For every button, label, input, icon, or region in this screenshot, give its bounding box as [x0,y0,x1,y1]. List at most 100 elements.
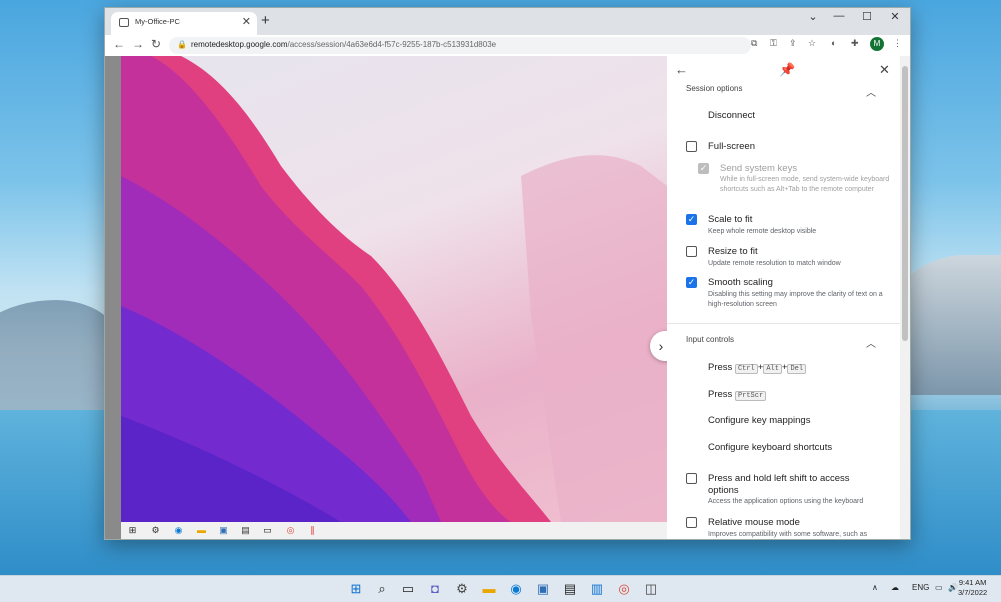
remote-app-icon[interactable]: ∥ [307,525,318,536]
key-ctrl: Ctrl [734,364,758,374]
install-app-icon[interactable]: ⧉ [751,38,757,49]
kebab-menu-icon[interactable]: ⋮ [893,38,902,49]
chevron-up-icon[interactable]: ︿ [866,335,876,350]
send-system-keys-checkbox: ✓ [698,163,709,174]
terminal-icon[interactable]: ▤ [562,581,578,597]
back-arrow-icon[interactable]: ← [675,62,688,77]
task-view-icon[interactable]: ▭ [400,581,416,597]
relative-mouse-checkbox[interactable] [686,517,697,528]
smooth-scaling-label: Smooth scaling [708,277,773,288]
scale-to-fit-desc: Keep whole remote desktop visible [708,228,817,235]
tab-search-chevron-icon[interactable]: ⌄ [799,10,827,23]
key-icon[interactable]: ⚿ [770,38,777,49]
section-divider [667,323,900,324]
tab-remote-desktop[interactable]: My-Office-PC ✕ [111,12,257,35]
address-bar[interactable]: 🔒 remotedesktop.google.com/access/sessio… [169,37,751,54]
browser-toolbar: ← → ↻ 🔒 remotedesktop.google.com/access/… [105,35,910,57]
smooth-scaling-desc: Disabling this setting may improve the c… [708,291,883,308]
chrome-window: My-Office-PC ✕ + ⌄ — ☐ ✕ ← → ↻ 🔒 remoted… [104,7,911,540]
press-ctrl-alt-del-button[interactable]: Press Ctrl + Alt + Del [708,362,807,374]
profile-avatar[interactable]: M [870,37,884,51]
remote-edge-icon[interactable]: ◉ [173,525,184,536]
remote-store-icon[interactable]: ▣ [218,525,229,536]
puzzle-extensions-icon[interactable]: ✚ [851,38,859,49]
remote-start-icon[interactable]: ⊞ [127,525,138,536]
tab-close-icon[interactable]: ✕ [242,15,251,28]
send-system-keys-desc: While in full-screen mode, send system-w… [720,176,890,193]
full-screen-label: Full-screen [708,141,755,152]
close-window-button[interactable]: ✕ [881,10,909,23]
remote-taskbar: ⊞ ⚙ ◉ ▬ ▣ ▤ ▭ ◎ ∥ [121,522,667,539]
panel-scrollbar[interactable] [900,56,910,539]
relative-mouse-desc: Improves compatibility with some softwar… [708,531,868,538]
language-indicator[interactable]: ENG [912,583,929,592]
clock-date: 3/7/2022 [958,588,988,597]
minimize-button[interactable]: — [825,10,853,22]
press-hold-shift-checkbox[interactable] [686,473,697,484]
system-clock[interactable]: 9:41 AM 3/7/2022 [958,578,987,598]
clock-time: 9:41 AM [958,578,987,587]
camera-icon[interactable]: ◫ [643,581,659,597]
key-alt: Alt [763,364,782,374]
input-controls-heading: Input controls [686,335,735,344]
extension-icon[interactable]: ◐ [831,38,836,48]
remote-chrome-icon[interactable]: ◎ [285,525,296,536]
remote-explorer-icon[interactable]: ▬ [196,525,207,536]
maximize-button[interactable]: ☐ [853,10,881,23]
scrollbar-thumb[interactable] [902,66,908,341]
file-explorer-icon[interactable]: ▬ [481,581,497,597]
scale-to-fit-label: Scale to fit [708,214,753,225]
resize-to-fit-label: Resize to fit [708,246,758,257]
key-prtscr: PrtScr [734,391,767,401]
pin-icon[interactable]: 📌 [779,62,795,78]
url-text: remotedesktop.google.com/access/session/… [191,40,497,49]
teams-chat-icon[interactable]: ◘ [427,581,443,597]
start-icon[interactable]: ⊞ [348,581,364,597]
back-arrow-icon[interactable]: ← [113,37,125,51]
settings-icon[interactable]: ⚙ [454,581,470,597]
chevron-up-tray-icon[interactable]: ∧ [872,583,878,592]
bookmark-star-icon[interactable]: ☆ [808,38,816,49]
share-icon[interactable]: ⇪ [789,38,797,49]
volume-icon[interactable]: 🔊 [948,583,958,592]
session-options-panel: ← 📌 ✕ Session options ︿ Disconnect Full-… [667,56,900,539]
press-hold-shift-desc: Access the application options using the… [708,498,864,505]
search-icon[interactable]: ⌕ [374,581,390,597]
edge-icon[interactable]: ◉ [508,581,524,597]
new-tab-button[interactable]: + [261,12,270,29]
configure-key-mappings-button[interactable]: Configure key mappings [708,415,810,426]
resize-to-fit-checkbox[interactable] [686,246,697,257]
press-hold-shift-label: Press and hold left shift to access opti… [708,473,850,496]
smooth-scaling-checkbox[interactable]: ✓ [686,277,697,288]
full-screen-checkbox[interactable] [686,141,697,152]
remote-desktop-wallpaper [121,56,667,522]
remote-terminal-icon[interactable]: ▭ [262,525,273,536]
send-system-keys-label: Send system keys [720,163,798,174]
onedrive-icon[interactable]: ☁ [891,583,899,592]
remote-desktop-viewport[interactable]: ⊞ ⚙ ◉ ▬ ▣ ▤ ▭ ◎ ∥ › [105,56,672,539]
chevron-up-icon[interactable]: ︿ [866,84,876,99]
resize-to-fit-desc: Update remote resolution to match window [708,260,841,267]
notepad-icon[interactable]: ▥ [589,581,605,597]
relative-mouse-label: Relative mouse mode [708,517,800,528]
remote-settings-icon[interactable]: ⚙ [150,525,161,536]
press-prtscr-button[interactable]: Press PrtScr [708,389,767,401]
configure-keyboard-shortcuts-button[interactable]: Configure keyboard shortcuts [708,442,832,453]
remote-desktop-favicon-icon [119,18,129,27]
tab-strip: My-Office-PC ✕ + ⌄ — ☐ ✕ [105,8,910,35]
scale-to-fit-checkbox[interactable]: ✓ [686,214,697,225]
windows-taskbar: ⊞ ⌕ ▭ ◘ ⚙ ▬ ◉ ▣ ▤ ▥ ◎ ◫ ∧ ☁ ENG ▭ 🔊 9:41… [0,575,1001,602]
store-icon[interactable]: ▣ [535,581,551,597]
desktop-wallpaper-hill [0,300,120,410]
disconnect-button[interactable]: Disconnect [708,110,755,121]
session-options-heading: Session options [686,84,743,93]
forward-arrow-icon[interactable]: → [132,37,144,51]
close-icon[interactable]: ✕ [879,62,890,78]
reload-icon[interactable]: ↻ [151,37,161,51]
network-icon[interactable]: ▭ [935,583,943,592]
lock-icon: 🔒 [177,40,187,49]
remote-desktop-app-icon[interactable]: ▤ [240,525,251,536]
tab-title: My-Office-PC [135,17,180,26]
chrome-icon[interactable]: ◎ [616,581,632,597]
key-del: Del [787,364,807,374]
